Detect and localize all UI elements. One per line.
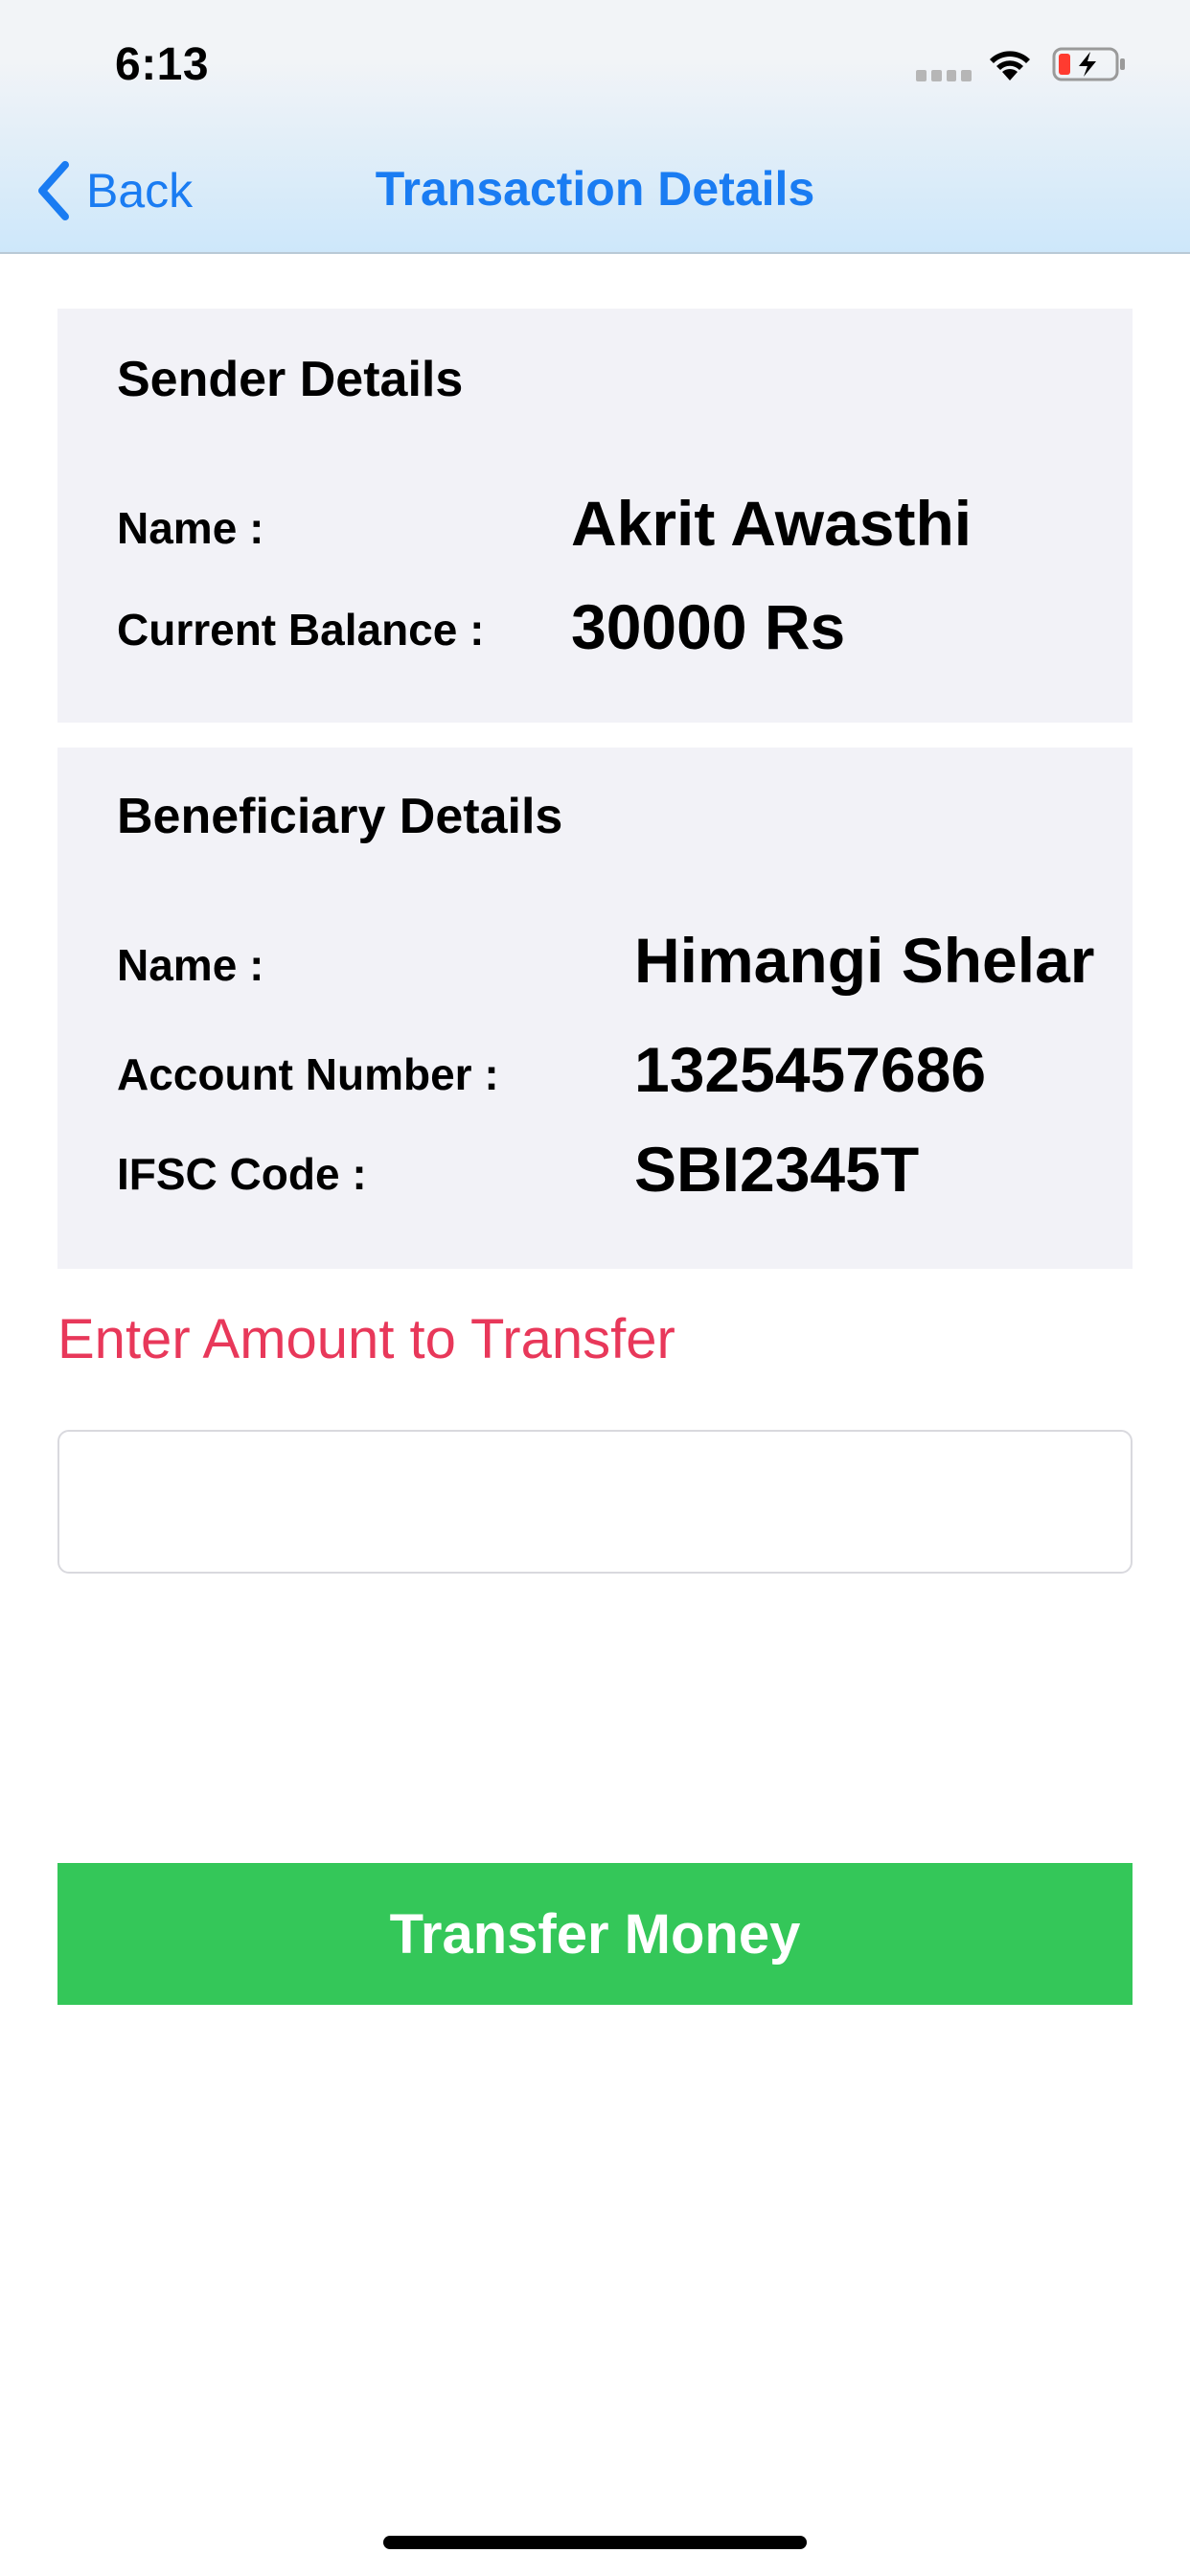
battery-charging-icon	[1052, 47, 1125, 81]
page-title: Transaction Details	[375, 162, 815, 216]
beneficiary-name-value: Himangi Shelar	[634, 925, 1095, 996]
amount-label: Enter Amount to Transfer	[57, 1308, 675, 1370]
ifsc-code-label: IFSC Code :	[117, 1149, 367, 1199]
amount-input[interactable]	[57, 1430, 1133, 1574]
wifi-icon	[990, 51, 1030, 80]
navigation-bar: 6:13 Back Transaction Details	[0, 0, 1190, 254]
status-time: 6:13	[115, 39, 210, 90]
account-number-label: Account Number :	[117, 1049, 499, 1099]
home-indicator[interactable]	[383, 2536, 807, 2549]
transfer-money-button[interactable]: Transfer Money	[57, 1863, 1133, 2005]
ifsc-code-value: SBI2345T	[634, 1134, 920, 1205]
cellular-signal-icon	[916, 70, 972, 81]
beneficiary-details-card: Beneficiary Details Name : Himangi Shela…	[57, 748, 1133, 1269]
beneficiary-name-label: Name :	[117, 940, 264, 990]
account-number-value: 1325457686	[634, 1034, 987, 1105]
sender-details-card: Sender Details Name : Akrit Awasthi Curr…	[57, 309, 1133, 723]
sender-name-value: Akrit Awasthi	[571, 488, 973, 559]
beneficiary-details-title: Beneficiary Details	[117, 789, 563, 844]
current-balance-value: 30000 Rs	[571, 591, 846, 662]
sender-name-label: Name :	[117, 503, 264, 553]
sender-details-title: Sender Details	[117, 352, 464, 407]
current-balance-label: Current Balance :	[117, 605, 485, 655]
